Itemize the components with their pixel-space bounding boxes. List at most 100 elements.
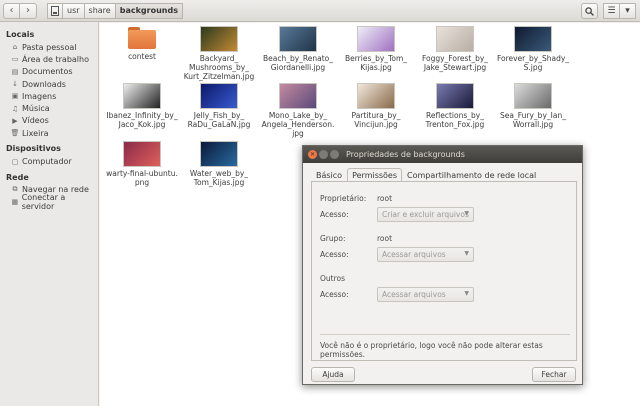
back-icon: ‹ <box>9 5 14 16</box>
chevron-down-icon: ▼ <box>464 210 469 217</box>
sidebar-item-label: Área de trabalho <box>22 54 89 64</box>
tab-basic[interactable]: Básico <box>311 168 347 182</box>
chevron-down-icon: ▼ <box>464 250 469 257</box>
divider <box>320 334 570 335</box>
permissions-panel: Proprietário: root Acesso: Criar e exclu… <box>311 181 577 361</box>
group-value: root <box>377 234 393 243</box>
tab-permissions[interactable]: Permissões <box>347 168 403 182</box>
image-thumbnail <box>358 84 394 108</box>
back-button[interactable]: ‹ <box>3 2 20 19</box>
sidebar-section-title: Locais <box>6 30 35 39</box>
sidebar-item-icon: ⌂ <box>12 43 18 52</box>
image-thumbnail <box>201 27 237 51</box>
folder-icon <box>128 27 156 49</box>
file-item[interactable]: Beach_by_Renato_ Giordanelli.jpg <box>258 27 338 72</box>
file-name: Berries_by_Tom_ Kijas.jpg <box>344 54 408 72</box>
image-thumbnail <box>437 27 473 51</box>
group-access-value: Acessar arquivos <box>382 250 446 259</box>
file-name: Water_web_by_ Tom_Kijas.jpg <box>189 169 249 187</box>
sidebar-item-icon: ▦ <box>11 198 19 207</box>
sidebar-item[interactable]: 🗑 Lixeira <box>0 127 98 139</box>
tab-network-sharing[interactable]: Compartilhamento de rede local <box>402 168 541 182</box>
sidebar-item[interactable]: ▢ Computador <box>0 155 98 167</box>
sidebar-item[interactable]: ▤ Documentos <box>0 66 98 78</box>
sidebar-item-label: Lixeira <box>22 128 49 138</box>
file-item[interactable]: Foggy_Forest_by_ Jake_Stewart.jpg <box>415 27 495 72</box>
minimize-window-icon[interactable] <box>319 150 328 159</box>
view-options-button[interactable]: ▾ <box>619 3 636 19</box>
image-thumbnail <box>515 27 551 51</box>
file-name: warty-final-ubuntu. png <box>106 169 178 187</box>
file-name: contest <box>128 52 156 61</box>
sidebar-item-icon: ▣ <box>11 92 19 101</box>
image-thumbnail <box>201 84 237 108</box>
breadcrumb-share[interactable]: share <box>83 2 116 19</box>
permission-note: Você não é o proprietário, logo você não… <box>320 341 543 359</box>
owner-access-label: Acesso: <box>320 210 349 219</box>
file-name: Ibanez_Infinity_by_ Jaco_Kok.jpg <box>106 111 178 129</box>
sidebar-item[interactable]: ♫ Música <box>0 102 98 114</box>
image-thumbnail <box>437 84 473 108</box>
file-item[interactable]: Forever_by_Shady_ S.jpg <box>493 27 573 72</box>
forward-button[interactable]: › <box>20 2 37 19</box>
dialog-tabs: Básico Permissões Compartilhamento de re… <box>311 168 541 182</box>
help-button[interactable]: Ajuda <box>311 367 355 382</box>
file-name: Partitura_by_ Vincijun.jpg <box>351 111 401 129</box>
dialog-titlebar[interactable]: ✕ Propriedades de backgrounds <box>303 146 582 163</box>
file-name: Foggy_Forest_by_ Jake_Stewart.jpg <box>421 54 489 72</box>
sidebar-item[interactable]: ▭ Área de trabalho <box>0 53 98 65</box>
sidebar-item-label: Downloads <box>22 79 66 89</box>
image-thumbnail <box>280 84 316 108</box>
sidebar-item[interactable]: ▣ Imagens <box>0 90 98 102</box>
owner-value: root <box>377 194 393 203</box>
file-item[interactable]: Mono_Lake_by_ Angela_Henderson. jpg <box>258 84 338 138</box>
file-name: Backyard_ Mushrooms_by_ Kurt_Zitzelman.j… <box>183 54 255 81</box>
view-list-button[interactable]: ☰ <box>603 3 620 19</box>
properties-dialog: ✕ Propriedades de backgrounds Básico Per… <box>302 145 583 385</box>
breadcrumb-usr[interactable]: usr <box>62 2 85 19</box>
image-thumbnail <box>515 84 551 108</box>
file-item[interactable]: Partitura_by_ Vincijun.jpg <box>336 84 416 129</box>
top-toolbar: ‹ › usr share backgrounds ☰ ▾ <box>0 0 640 22</box>
dialog-title: Propriedades de backgrounds <box>346 150 465 159</box>
sidebar-item-label: Imagens <box>22 91 57 101</box>
breadcrumb-root-drive[interactable] <box>47 2 63 19</box>
chevron-down-icon: ▼ <box>464 290 469 297</box>
file-name: Sea_Fury_by_Ian_ Worrall.jpg <box>500 111 566 129</box>
drive-icon <box>51 5 59 16</box>
file-item[interactable]: Reflections_by_ Trenton_Fox.jpg <box>415 84 495 129</box>
image-thumbnail <box>280 27 316 51</box>
sidebar-section-title: Dispositivos <box>6 144 61 154</box>
file-name: Forever_by_Shady_ S.jpg <box>496 54 570 72</box>
sidebar-item[interactable]: ⌂ Pasta pessoal <box>0 41 98 53</box>
sidebar-item[interactable]: ↓ Downloads <box>0 78 98 90</box>
file-item[interactable]: Berries_by_Tom_ Kijas.jpg <box>336 27 416 72</box>
sidebar-item-label: Vídeos <box>22 116 49 126</box>
file-item[interactable]: Water_web_by_ Tom_Kijas.jpg <box>179 142 259 187</box>
owner-access-select[interactable]: Criar e excluir arquivos ▼ <box>377 207 474 222</box>
close-button[interactable]: Fechar <box>532 367 576 382</box>
file-item[interactable]: Backyard_ Mushrooms_by_ Kurt_Zitzelman.j… <box>179 27 259 81</box>
others-access-label: Acesso: <box>320 290 349 299</box>
list-icon: ☰ <box>607 6 616 16</box>
breadcrumb-backgrounds[interactable]: backgrounds <box>114 2 183 19</box>
group-label: Grupo: <box>320 234 346 243</box>
others-access-select[interactable]: Acessar arquivos ▼ <box>377 287 474 302</box>
close-window-icon[interactable]: ✕ <box>308 150 317 159</box>
file-item[interactable]: Sea_Fury_by_Ian_ Worrall.jpg <box>493 84 573 129</box>
sidebar-item-label: Computador <box>22 157 72 167</box>
maximize-window-icon[interactable] <box>330 150 339 159</box>
file-item[interactable]: Ibanez_Infinity_by_ Jaco_Kok.jpg <box>102 84 182 129</box>
sidebar-item-icon: 🗑 <box>10 129 20 138</box>
file-item[interactable]: Jelly_Fish_by_ RaDu_GaLaN.jpg <box>179 84 259 129</box>
search-button[interactable] <box>581 3 598 19</box>
file-name: Jelly_Fish_by_ RaDu_GaLaN.jpg <box>187 111 251 129</box>
forward-icon: › <box>26 5 30 16</box>
sidebar-item-icon: ▤ <box>11 67 19 76</box>
image-thumbnail <box>124 142 160 166</box>
folder-item[interactable]: contest <box>102 27 182 61</box>
sidebar-item[interactable]: ▦ Conectar a servidor <box>0 193 98 211</box>
sidebar-item[interactable]: ▶ Vídeos <box>0 115 98 127</box>
file-item[interactable]: warty-final-ubuntu. png <box>102 142 182 187</box>
group-access-select[interactable]: Acessar arquivos ▼ <box>377 247 474 262</box>
